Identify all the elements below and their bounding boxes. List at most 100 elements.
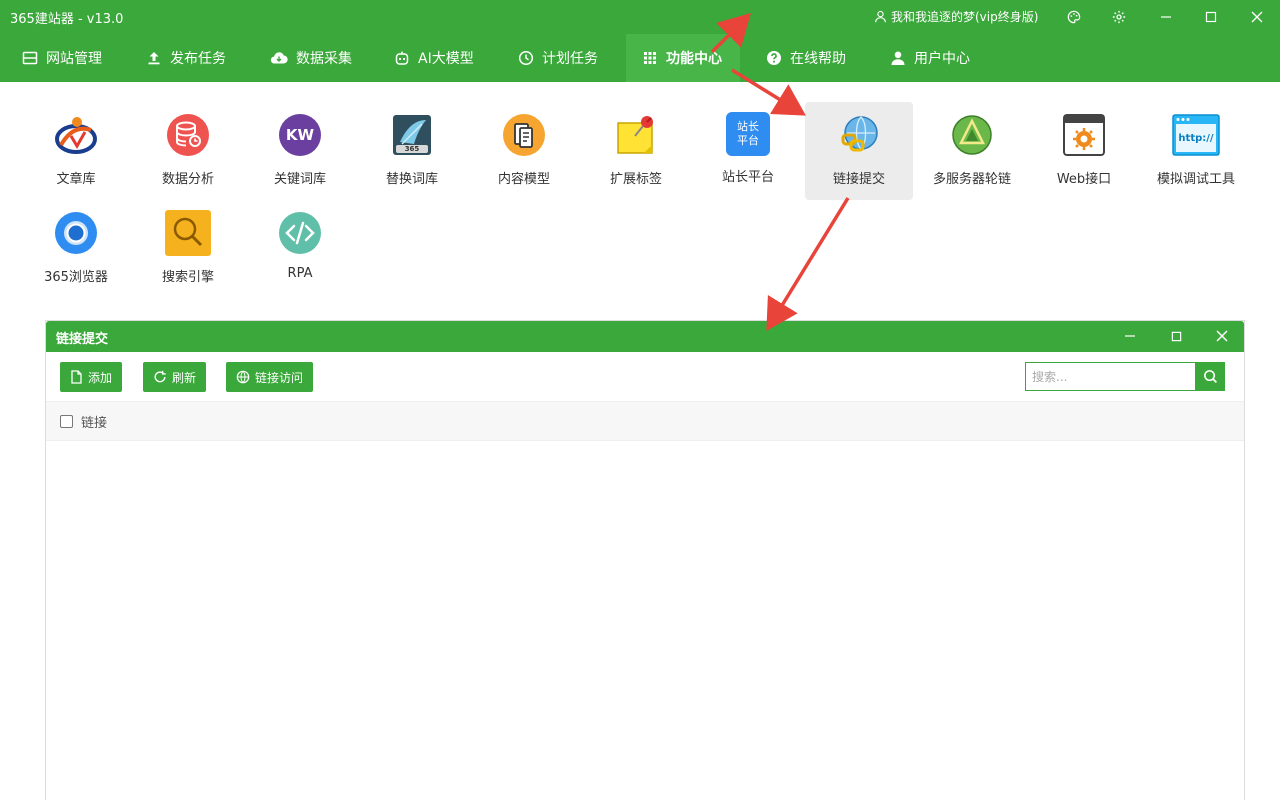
panel-header: 链接提交 — [46, 321, 1244, 352]
nav-label: 功能中心 — [666, 51, 722, 67]
feature-label: 文章库 — [56, 172, 96, 187]
close-button[interactable] — [1243, 4, 1271, 30]
pinned-note-icon — [613, 112, 659, 158]
add-label: 添加 — [88, 370, 113, 385]
feature-web-api[interactable]: Web接口 — [1030, 102, 1138, 200]
table-body — [46, 441, 1244, 799]
feature-365-browser[interactable]: 365浏览器 — [22, 200, 130, 298]
nav-label: 用户中心 — [914, 51, 970, 67]
search-icon — [1203, 370, 1217, 384]
nav-data-collection[interactable]: 数据采集 — [258, 34, 364, 82]
close-icon — [1216, 330, 1228, 342]
nav-label: 发布任务 — [170, 51, 226, 67]
nav-publish-task[interactable]: 发布任务 — [134, 34, 238, 82]
close-icon — [1251, 11, 1263, 23]
minimize-icon — [1125, 335, 1135, 337]
nav-label: 计划任务 — [542, 51, 598, 67]
panel-title: 链接提交 — [56, 332, 109, 347]
panel-toolbar: 添加 刷新 链接访问 — [46, 352, 1244, 402]
globe-icon — [236, 370, 250, 384]
code-icon — [277, 210, 323, 256]
grid-icon — [644, 52, 656, 64]
keyword-icon-text: KW — [285, 126, 315, 144]
feature-rpa[interactable]: RPA — [246, 200, 354, 298]
panel-minimize-button[interactable] — [1117, 324, 1143, 348]
webmaster-icon-text-2: 平台 — [737, 134, 759, 147]
add-button[interactable]: 添加 — [60, 362, 123, 392]
feature-search-engine[interactable]: 搜索引擎 — [134, 200, 242, 298]
feature-keyword-library[interactable]: KW 关键词库 — [246, 102, 354, 200]
web-api-icon — [1061, 112, 1107, 158]
browser-icon — [53, 210, 99, 256]
select-all-checkbox[interactable] — [60, 414, 73, 428]
replace-library-icon: 365 — [389, 112, 435, 158]
maximize-icon — [1171, 331, 1181, 341]
nav-user-center[interactable]: 用户中心 — [878, 34, 982, 82]
feature-debug-tool[interactable]: http:// 模拟调试工具 — [1142, 102, 1250, 200]
feature-label: 站长平台 — [721, 170, 774, 185]
http-icon-text: http:// — [1178, 132, 1214, 144]
feature-content-model[interactable]: 内容模型 — [470, 102, 578, 200]
feature-label: Web接口 — [1056, 172, 1112, 187]
feature-label: 扩展标签 — [609, 172, 662, 187]
minimize-button[interactable] — [1152, 4, 1180, 30]
feature-article-library[interactable]: 文章库 — [22, 102, 130, 200]
nav-label: 网站管理 — [46, 51, 102, 67]
feature-label: 关键词库 — [273, 172, 326, 187]
webmaster-icon-text-1: 站长 — [737, 120, 759, 133]
user-account[interactable]: 我和我追逐的梦(vip终身版) — [874, 8, 1038, 25]
clock-icon — [518, 50, 534, 66]
main-nav: 网站管理 发布任务 数据采集 AI大模型 计划任务 功能中心 在线帮助 用户中心 — [0, 34, 1280, 82]
user-label: 我和我追逐的梦(vip终身版) — [891, 10, 1039, 24]
user-icon — [891, 51, 905, 65]
nav-scheduled-task[interactable]: 计划任务 — [506, 34, 610, 82]
article-library-icon — [53, 112, 99, 158]
feature-label: 模拟调试工具 — [1156, 172, 1235, 187]
feature-label: RPA — [287, 266, 313, 281]
search-button[interactable] — [1195, 362, 1225, 391]
feature-label: 数据分析 — [161, 172, 214, 187]
help-icon — [767, 51, 781, 65]
feature-webmaster-platform[interactable]: 站长 平台 站长平台 — [694, 102, 802, 200]
link-visit-label: 链接访问 — [255, 370, 304, 385]
feature-multi-server-link[interactable]: 多服务器轮链 — [918, 102, 1026, 200]
panel-close-button[interactable] — [1209, 324, 1235, 348]
table-header: 链接 — [46, 402, 1244, 441]
http-debug-icon: http:// — [1172, 112, 1220, 158]
search-engine-icon — [165, 210, 211, 256]
link-visit-button[interactable]: 链接访问 — [226, 362, 314, 392]
nav-online-help[interactable]: 在线帮助 — [754, 34, 858, 82]
settings-button[interactable] — [1105, 4, 1133, 30]
refresh-label: 刷新 — [172, 370, 197, 385]
feature-label: 链接提交 — [832, 172, 885, 187]
link-submit-panel: 链接提交 添加 刷新 链接访问 链 — [45, 320, 1245, 800]
feature-data-analysis[interactable]: 数据分析 — [134, 102, 242, 200]
user-outline-icon — [875, 10, 886, 23]
cloud-download-icon — [270, 52, 288, 64]
refresh-button[interactable]: 刷新 — [143, 362, 207, 392]
minimize-icon — [1161, 16, 1171, 18]
feature-label: 内容模型 — [497, 172, 550, 187]
upload-icon — [148, 52, 160, 65]
feature-link-submit[interactable]: 链接提交 — [805, 102, 913, 200]
replace-icon-text: 365 — [404, 145, 420, 153]
title-bar: 365建站器 - v13.0 我和我追逐的梦(vip终身版) — [0, 0, 1280, 34]
database-analysis-icon — [165, 112, 211, 158]
keyword-library-icon: KW — [277, 112, 323, 158]
feature-label: 搜索引擎 — [161, 270, 214, 285]
search-input[interactable] — [1025, 362, 1195, 391]
robot-icon — [395, 51, 409, 65]
maximize-button[interactable] — [1197, 4, 1225, 30]
feature-replace-library[interactable]: 365 替换词库 — [358, 102, 466, 200]
content-model-icon — [501, 112, 547, 158]
nav-function-center[interactable]: 功能中心 — [626, 34, 740, 82]
app-title: 365建站器 - v13.0 — [10, 12, 124, 27]
nav-site-management[interactable]: 网站管理 — [10, 34, 114, 82]
maximize-icon — [1205, 11, 1217, 23]
nav-ai-model[interactable]: AI大模型 — [382, 34, 486, 82]
window-edge — [1270, 82, 1280, 800]
skin-button[interactable] — [1060, 4, 1088, 30]
feature-extended-tag[interactable]: 扩展标签 — [582, 102, 690, 200]
webmaster-platform-icon: 站长 平台 — [726, 112, 770, 156]
panel-maximize-button[interactable] — [1163, 324, 1189, 348]
